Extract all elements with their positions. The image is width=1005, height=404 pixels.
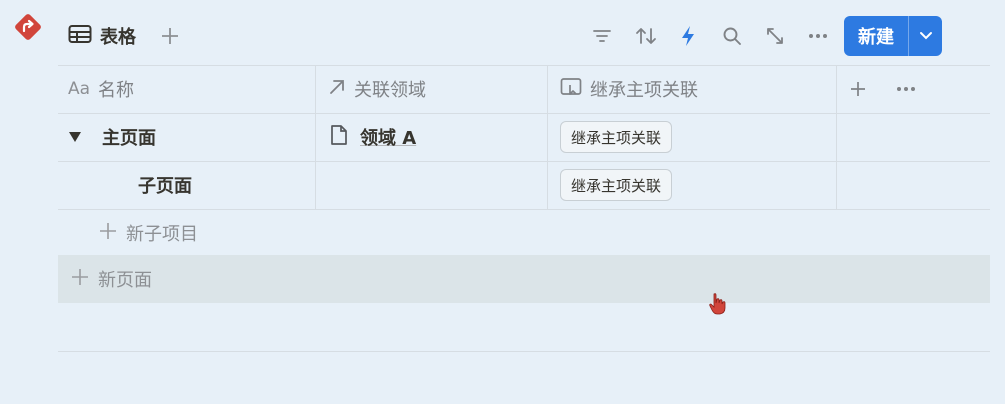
more-icon[interactable] (806, 24, 830, 48)
more-icon[interactable] (896, 65, 916, 113)
new-page-row[interactable]: 新页面 (58, 255, 990, 303)
add-view-plus-icon[interactable] (158, 22, 182, 50)
lightning-icon[interactable] (676, 24, 700, 48)
divider (58, 161, 990, 162)
relation-link[interactable]: 领域 A (360, 124, 416, 150)
divider (58, 113, 990, 114)
relation-tag[interactable]: 继承主项关联 (560, 169, 673, 201)
column-divider (836, 65, 837, 209)
column-divider (547, 65, 548, 209)
expand-icon[interactable] (763, 24, 787, 48)
table-icon (68, 24, 92, 48)
arrow-up-right-icon (328, 78, 346, 101)
text-property-icon: Aa (68, 79, 91, 99)
relation-cell[interactable]: 领域 A (330, 113, 416, 161)
page-icon (330, 124, 348, 151)
plus-icon (70, 267, 90, 292)
divider (58, 351, 990, 352)
new-button[interactable]: 新建 (844, 16, 942, 56)
column-header-relation[interactable]: 关联领域 (328, 65, 426, 113)
page-title[interactable]: 子页面 (138, 172, 192, 198)
rollup-icon (560, 77, 582, 102)
inherited-cell[interactable]: 继承主项关联 (560, 161, 673, 209)
chevron-down-icon[interactable] (909, 16, 942, 56)
column-divider (315, 65, 316, 209)
new-page-label: 新页面 (98, 270, 152, 291)
view-toolbar: 表格 新建 (58, 14, 948, 58)
plus-icon (98, 221, 118, 246)
view-tab-table[interactable]: 表格 (68, 22, 136, 50)
new-page-button[interactable]: 新页面 (70, 255, 152, 303)
relation-tag[interactable]: 继承主项关联 (560, 121, 673, 153)
column-header-name[interactable]: Aa 名称 (68, 65, 134, 113)
table-row[interactable]: 主页面 (68, 113, 156, 161)
column-label: 关联领域 (354, 80, 426, 101)
inherited-cell[interactable]: 继承主项关联 (560, 113, 673, 161)
toggle-triangle-icon[interactable] (68, 127, 82, 148)
hand-cursor-icon (708, 292, 728, 316)
filter-icon[interactable] (590, 24, 614, 48)
new-sub-item-button[interactable]: 新子项目 (98, 209, 198, 257)
column-header-inherited[interactable]: 继承主项关联 (560, 65, 698, 113)
add-property-plus-icon[interactable] (849, 65, 867, 113)
new-button-label[interactable]: 新建 (844, 16, 908, 56)
page-title[interactable]: 主页面 (102, 124, 156, 150)
view-name: 表格 (100, 27, 136, 48)
sort-icon[interactable] (634, 24, 658, 48)
search-icon[interactable] (720, 24, 744, 48)
column-label: 继承主项关联 (590, 80, 698, 101)
table-row[interactable]: 子页面 (138, 161, 192, 209)
new-sub-item-label: 新子项目 (126, 224, 198, 245)
app-logo-icon (14, 13, 42, 41)
column-label: 名称 (98, 80, 135, 101)
